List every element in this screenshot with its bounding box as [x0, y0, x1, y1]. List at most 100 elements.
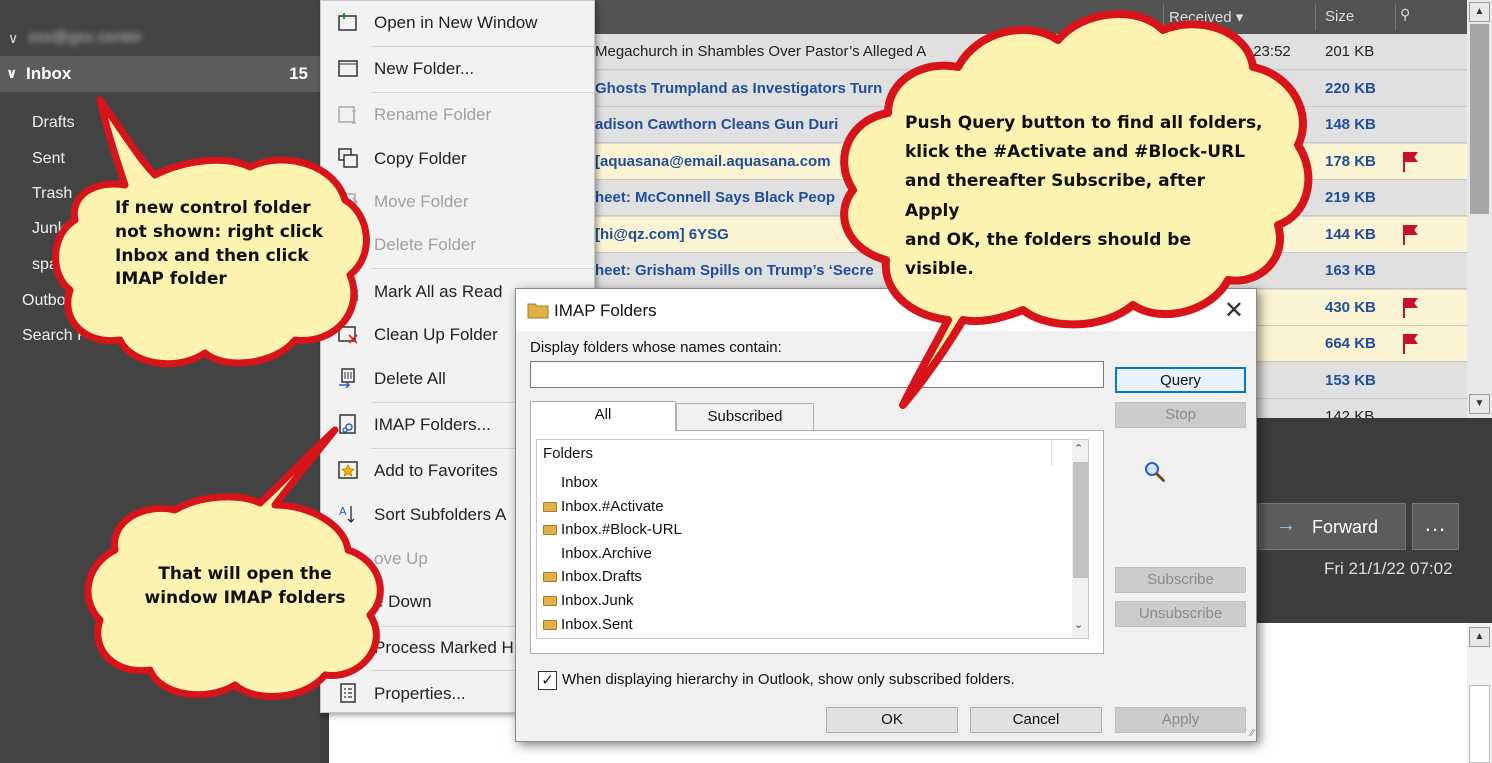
callout-line: That will open the — [158, 564, 332, 584]
unsubscribe-button[interactable]: Unsubscribe — [1115, 601, 1246, 627]
message-size: 153 KB — [1325, 371, 1376, 389]
folder-tree-item[interactable]: Inbox.#Activate — [543, 498, 664, 515]
forward-arrow-icon: → — [1276, 514, 1296, 536]
menu-label: Open in New Window — [374, 13, 538, 32]
folder-icon — [543, 619, 557, 630]
column-header-size[interactable]: Size — [1325, 8, 1354, 25]
folder-tree-label: Inbox.#Activate — [561, 497, 664, 515]
more-actions-button[interactable]: ... — [1412, 503, 1459, 550]
folder-tree-item[interactable]: Inbox.#Block-URL — [543, 521, 682, 538]
folder-tree-label: Inbox.Sent — [561, 615, 633, 633]
subscribe-button[interactable]: Subscribe — [1115, 567, 1246, 593]
flag-icon[interactable] — [1401, 297, 1419, 319]
flag-icon[interactable] — [1401, 151, 1419, 173]
chevron-down-icon[interactable]: ∨ — [8, 30, 18, 47]
folder-icon — [543, 596, 557, 606]
tab-subscribed[interactable]: Subscribed — [676, 403, 814, 431]
flag-column-icon[interactable]: ⚲ — [1400, 6, 1410, 23]
callout-line: IMAP folder — [115, 269, 227, 290]
menu-separator — [371, 46, 596, 47]
callout-line: klick the #Activate and #Block-URL — [905, 142, 1246, 163]
message-subject: heet: McConnell Says Black Peop — [595, 189, 836, 206]
folder-icon — [543, 572, 557, 583]
ok-button[interactable]: OK — [826, 707, 958, 733]
menu-label: Mark All as Read — [374, 282, 503, 301]
flag-icon[interactable] — [1401, 333, 1419, 355]
account-name: xxx@gxx.center — [28, 29, 143, 46]
folder-tree-item[interactable]: Inbox — [543, 474, 598, 491]
message-size: 148 KB — [1325, 116, 1376, 133]
chevron-down-icon[interactable]: ∨ — [6, 65, 17, 82]
checkbox-label: When displaying hierarchy in Outlook, sh… — [562, 671, 1015, 688]
scroll-down-icon[interactable]: ▼ — [1469, 394, 1490, 414]
callout-line: Push Query button to find all folders, — [905, 113, 1263, 133]
scrollbar-thumb[interactable] — [1469, 685, 1490, 763]
scroll-down-icon[interactable]: ⌄ — [1074, 618, 1083, 631]
message-size: 664 KB — [1325, 335, 1376, 352]
folder-tree-label: Inbox.Archive — [561, 544, 652, 562]
callout-line: and OK, the folders should be visible. — [905, 229, 1191, 280]
filter-label: Display folders whose names contain: — [530, 339, 782, 356]
menu-item-new-folder[interactable]: New Folder... — [321, 49, 596, 89]
callout-open-window-note: That will open the window IMAP folders — [80, 425, 400, 705]
message-size: 144 KB — [1325, 225, 1376, 243]
message-size: 163 KB — [1325, 262, 1376, 279]
flag-icon[interactable] — [1401, 224, 1419, 246]
show-subscribed-only-checkbox[interactable]: ✓ — [538, 671, 557, 690]
tab-all[interactable]: All — [530, 401, 676, 431]
message-size: 220 KB — [1325, 79, 1376, 97]
menu-label: Move Folder — [374, 192, 469, 211]
folder-icon — [527, 303, 549, 319]
message-subject: [aquasana@email.aquasana.com — [595, 152, 831, 170]
message-size: 178 KB — [1325, 152, 1376, 170]
cancel-button[interactable]: Cancel — [970, 707, 1102, 733]
scroll-up-icon[interactable]: ▲ — [1469, 2, 1490, 22]
message-size: 219 KB — [1325, 189, 1376, 206]
folder-tree-item[interactable]: Inbox.Drafts — [543, 568, 642, 585]
scroll-up-icon[interactable]: ▲ — [1469, 627, 1490, 647]
folder-item-inbox[interactable]: ∨ Inbox 15 — [0, 56, 320, 92]
folder-tree-label: Inbox.Drafts — [561, 568, 642, 586]
callout-line: If new control folder — [115, 198, 311, 218]
callout-text: Push Query button to find all folders, k… — [905, 109, 1265, 284]
menu-separator — [371, 92, 596, 93]
dialog-title: IMAP Folders — [554, 301, 657, 320]
new-folder-icon — [338, 60, 358, 77]
callout-query-note: Push Query button to find all folders, k… — [828, 5, 1318, 410]
scrollbar-thumb[interactable] — [1470, 24, 1489, 214]
folder-tree-scrollbar[interactable]: ⌃ ⌄ — [1072, 440, 1088, 638]
message-list-scrollbar[interactable]: ▲ ▼ — [1467, 0, 1492, 418]
inbox-label: Inbox — [26, 64, 72, 83]
forward-button[interactable]: → Forward — [1259, 503, 1406, 550]
message-size: 430 KB — [1325, 298, 1376, 316]
menu-label: Clean Up Folder — [374, 325, 498, 344]
folders-column-header[interactable]: Folders — [537, 440, 1052, 466]
scrollbar-thumb[interactable] — [1073, 462, 1088, 578]
menu-item-open-new-window[interactable]: Open in New Window — [321, 3, 596, 43]
callout-text: That will open the window IMAP folders — [125, 563, 365, 611]
apply-button[interactable]: Apply — [1115, 707, 1246, 733]
menu-label: Delete Folder — [374, 235, 477, 254]
callout-text: If new control folder not shown: right c… — [115, 197, 335, 292]
search-icon — [1145, 462, 1165, 482]
callout-line: and thereafter Subscribe, after Apply — [905, 171, 1206, 221]
menu-label: New Folder... — [374, 59, 475, 78]
column-divider[interactable] — [1395, 4, 1396, 30]
folder-tree-item[interactable]: Inbox.Sent — [543, 616, 633, 633]
open-window-icon — [338, 13, 357, 31]
folder-tree-item[interactable]: Inbox.Junk — [543, 592, 634, 609]
folder-tree-item[interactable]: Inbox.Archive — [543, 545, 652, 562]
reading-pane-scrollbar[interactable]: ▲ — [1467, 623, 1492, 763]
folder-tree-label: Inbox.Junk — [561, 592, 634, 609]
message-subject: [hi@qz.com] 6YSG — [595, 225, 729, 243]
account-row[interactable]: ∨ xxx@gxx.center — [0, 22, 320, 56]
folder-icon — [543, 501, 557, 512]
resize-grip-icon[interactable]: ∕∕ — [1251, 728, 1254, 739]
scroll-up-icon[interactable]: ⌃ — [1074, 442, 1083, 455]
message-subject: adison Cawthorn Cleans Gun Duri — [595, 116, 839, 133]
menu-separator — [371, 268, 596, 269]
folder-tree-label: Inbox.#Block-URL — [561, 521, 682, 539]
message-date: Fri 21/1/22 07:02 — [1324, 559, 1453, 578]
menu-label: Rename Folder — [374, 105, 492, 124]
folder-tree-list[interactable]: Folders Inbox Inbox.#Activate Inbox.#Block… — [536, 439, 1089, 639]
